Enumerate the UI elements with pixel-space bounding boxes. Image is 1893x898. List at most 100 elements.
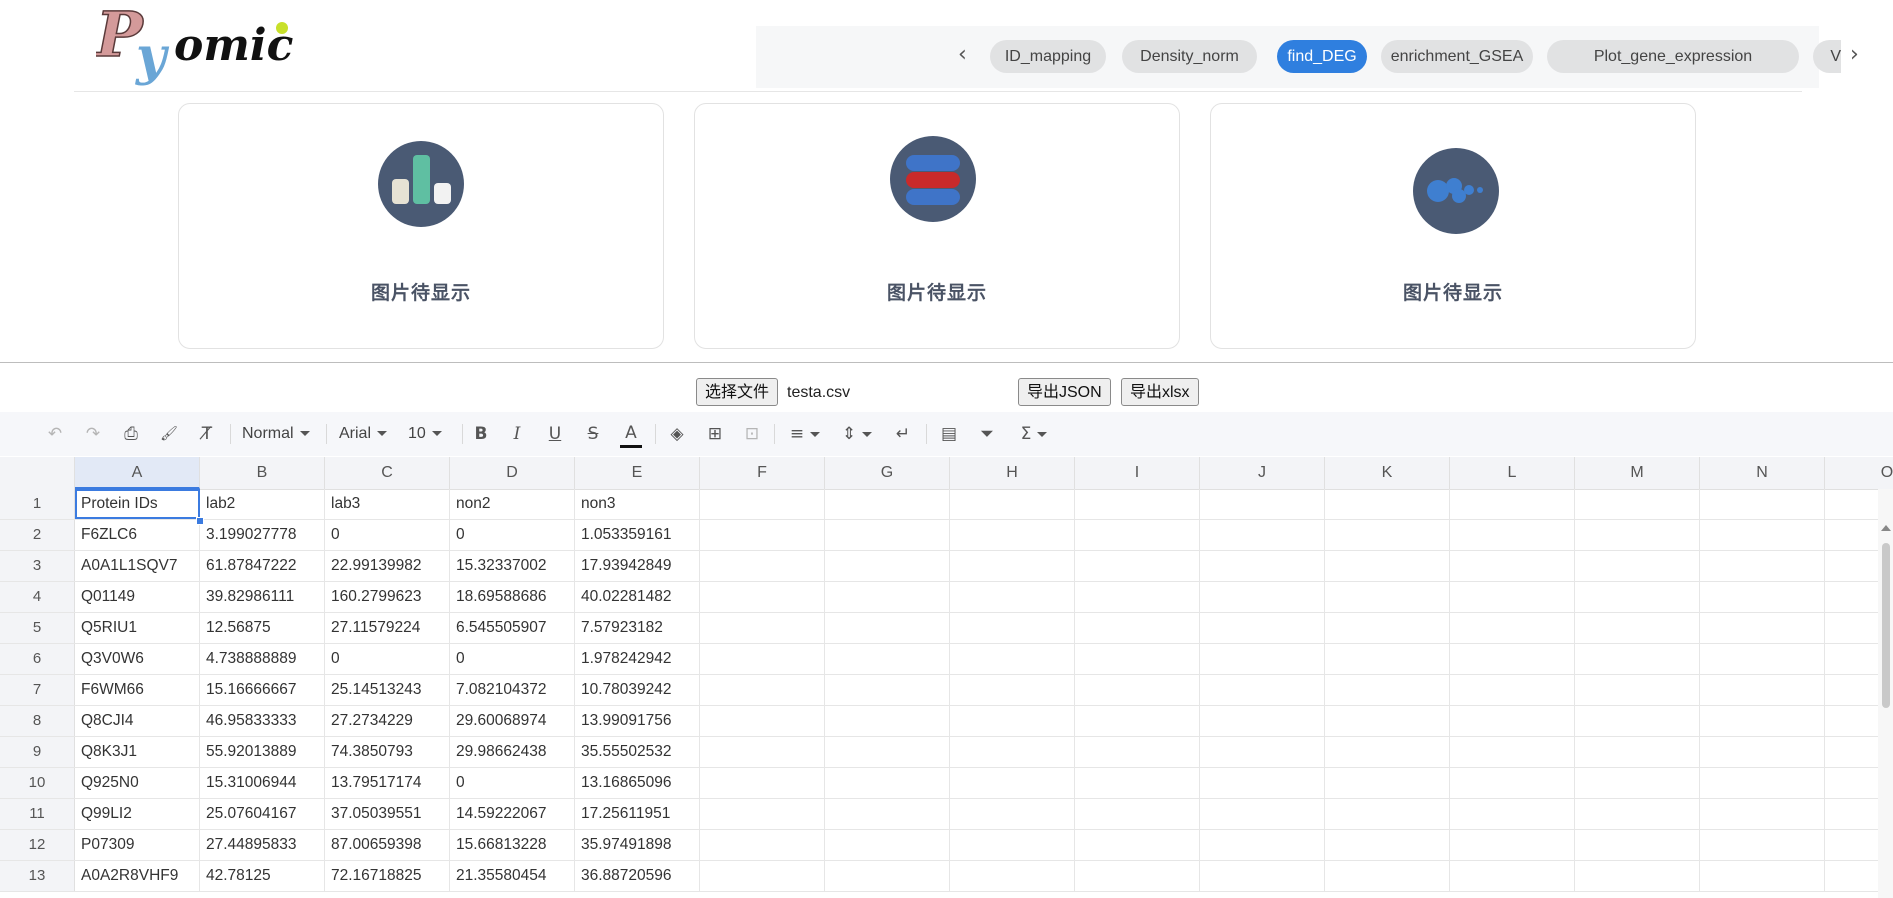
cell-d12[interactable]: 15.66813228 [450, 830, 575, 860]
bold-icon[interactable]: B [470, 423, 492, 445]
cell-k13[interactable] [1325, 861, 1450, 891]
cell-d11[interactable]: 14.59222067 [450, 799, 575, 829]
cell-m7[interactable] [1575, 675, 1700, 705]
cell-e6[interactable]: 1.978242942 [575, 644, 700, 674]
tab-density-norm[interactable]: Density_norm [1122, 40, 1257, 73]
column-header-m[interactable]: M [1575, 457, 1700, 489]
cell-l12[interactable] [1450, 830, 1575, 860]
cell-g11[interactable] [825, 799, 950, 829]
cell-a10[interactable]: Q925N0 [75, 768, 200, 798]
cell-b8[interactable]: 46.95833333 [200, 706, 325, 736]
tab-find-deg[interactable]: find_DEG [1277, 40, 1367, 73]
cell-n5[interactable] [1700, 613, 1825, 643]
cell-g6[interactable] [825, 644, 950, 674]
cell-i7[interactable] [1075, 675, 1200, 705]
filter-icon[interactable]: ⏷ [976, 423, 998, 445]
select-all-corner[interactable] [0, 457, 75, 489]
cell-k7[interactable] [1325, 675, 1450, 705]
cell-k12[interactable] [1325, 830, 1450, 860]
cell-b1[interactable]: lab2 [200, 489, 325, 519]
cell-g10[interactable] [825, 768, 950, 798]
cell-i8[interactable] [1075, 706, 1200, 736]
cell-e2[interactable]: 1.053359161 [575, 520, 700, 550]
cell-a2[interactable]: F6ZLC6 [75, 520, 200, 550]
cell-b10[interactable]: 15.31006944 [200, 768, 325, 798]
cell-l3[interactable] [1450, 551, 1575, 581]
spreadsheet-grid[interactable]: ABCDEFGHIJKLMNO 1 Protein IDs lab2 lab3 non2… [0, 457, 1893, 898]
cell-m13[interactable] [1575, 861, 1700, 891]
cell-l1[interactable] [1450, 489, 1575, 519]
cell-h9[interactable] [950, 737, 1075, 767]
cell-e13[interactable]: 36.88720596 [575, 861, 700, 891]
cell-j12[interactable] [1200, 830, 1325, 860]
cell-g1[interactable] [825, 489, 950, 519]
column-header-a[interactable]: A [75, 457, 200, 489]
cell-a8[interactable]: Q8CJI4 [75, 706, 200, 736]
cell-i13[interactable] [1075, 861, 1200, 891]
cell-l11[interactable] [1450, 799, 1575, 829]
cell-m10[interactable] [1575, 768, 1700, 798]
cell-i10[interactable] [1075, 768, 1200, 798]
cell-g7[interactable] [825, 675, 950, 705]
cell-j7[interactable] [1200, 675, 1325, 705]
cell-h8[interactable] [950, 706, 1075, 736]
row-header[interactable]: 1 [0, 489, 75, 519]
cell-f9[interactable] [700, 737, 825, 767]
cell-i5[interactable] [1075, 613, 1200, 643]
cell-b5[interactable]: 12.56875 [200, 613, 325, 643]
cell-c2[interactable]: 0 [325, 520, 450, 550]
cell-i3[interactable] [1075, 551, 1200, 581]
column-header-e[interactable]: E [575, 457, 700, 489]
cell-b3[interactable]: 61.87847222 [200, 551, 325, 581]
cell-h2[interactable] [950, 520, 1075, 550]
tab-enrichment-gsea[interactable]: enrichment_GSEA [1381, 40, 1533, 73]
fill-handle[interactable] [196, 517, 204, 525]
cell-g3[interactable] [825, 551, 950, 581]
cell-c8[interactable]: 27.2734229 [325, 706, 450, 736]
cell-d13[interactable]: 21.35580454 [450, 861, 575, 891]
cell-m2[interactable] [1575, 520, 1700, 550]
cell-d2[interactable]: 0 [450, 520, 575, 550]
cell-d8[interactable]: 29.60068974 [450, 706, 575, 736]
cell-d10[interactable]: 0 [450, 768, 575, 798]
cell-b12[interactable]: 27.44895833 [200, 830, 325, 860]
vertical-align-icon[interactable]: ⇕ [838, 423, 876, 445]
row-header[interactable]: 12 [0, 830, 75, 860]
cell-b4[interactable]: 39.82986111 [200, 582, 325, 612]
cell-d4[interactable]: 18.69588686 [450, 582, 575, 612]
cell-e1[interactable]: non3 [575, 489, 700, 519]
cell-d7[interactable]: 7.082104372 [450, 675, 575, 705]
cell-b11[interactable]: 25.07604167 [200, 799, 325, 829]
text-color-icon[interactable]: A [620, 423, 642, 448]
column-header-c[interactable]: C [325, 457, 450, 489]
row-header[interactable]: 7 [0, 675, 75, 705]
cell-h3[interactable] [950, 551, 1075, 581]
column-header-l[interactable]: L [1450, 457, 1575, 489]
cell-a5[interactable]: Q5RIU1 [75, 613, 200, 643]
cell-j10[interactable] [1200, 768, 1325, 798]
cell-a7[interactable]: F6WM66 [75, 675, 200, 705]
cell-m6[interactable] [1575, 644, 1700, 674]
paragraph-style-select[interactable]: Normal [242, 423, 310, 445]
font-size-select[interactable]: 10 [408, 423, 442, 445]
row-header[interactable]: 8 [0, 706, 75, 736]
cell-j5[interactable] [1200, 613, 1325, 643]
cell-l2[interactable] [1450, 520, 1575, 550]
scrollbar-thumb[interactable] [1882, 543, 1890, 708]
cell-d6[interactable]: 0 [450, 644, 575, 674]
cell-b13[interactable]: 42.78125 [200, 861, 325, 891]
cell-h6[interactable] [950, 644, 1075, 674]
vertical-scrollbar[interactable] [1878, 489, 1893, 898]
cell-e7[interactable]: 10.78039242 [575, 675, 700, 705]
column-header-b[interactable]: B [200, 457, 325, 489]
cell-g9[interactable] [825, 737, 950, 767]
cell-m5[interactable] [1575, 613, 1700, 643]
row-header[interactable]: 5 [0, 613, 75, 643]
cell-f11[interactable] [700, 799, 825, 829]
cell-a11[interactable]: Q99LI2 [75, 799, 200, 829]
cell-l4[interactable] [1450, 582, 1575, 612]
cell-b2[interactable]: 3.199027778 [200, 520, 325, 550]
tab-prev-icon[interactable]: ‹ [958, 42, 967, 68]
row-header[interactable]: 9 [0, 737, 75, 767]
cell-e11[interactable]: 17.25611951 [575, 799, 700, 829]
